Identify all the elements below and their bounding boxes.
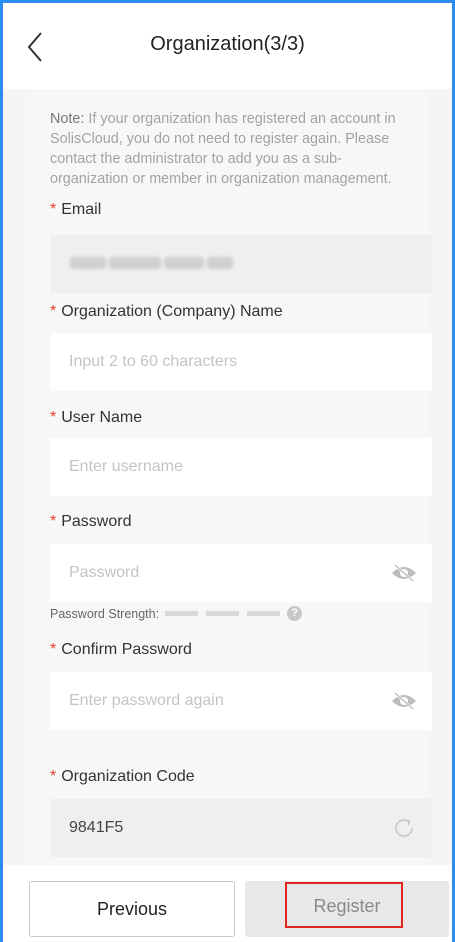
org-name-label-text: Organization (Company) Name xyxy=(61,303,283,320)
email-field xyxy=(50,235,432,293)
org-code-input xyxy=(50,799,432,857)
password-field xyxy=(50,544,432,602)
confirm-password-input[interactable] xyxy=(50,672,432,730)
required-mark: * xyxy=(50,513,57,530)
eye-off-icon xyxy=(392,692,416,710)
registration-form: Note: If your organization has registere… xyxy=(30,89,432,865)
refresh-icon xyxy=(395,819,413,837)
password-strength: Password Strength: ? xyxy=(50,606,303,621)
email-label-text: Email xyxy=(61,201,102,218)
org-name-input[interactable] xyxy=(50,333,432,391)
register-button[interactable]: Register xyxy=(245,881,449,937)
page-title: Organization(3/3) xyxy=(150,33,305,55)
email-label: * Email xyxy=(50,201,101,219)
note-label: Note: xyxy=(50,111,85,127)
strength-bar xyxy=(165,611,199,616)
password-input[interactable] xyxy=(50,544,432,602)
required-mark: * xyxy=(50,641,57,658)
confirm-password-visibility-toggle[interactable] xyxy=(390,691,418,711)
org-name-field xyxy=(50,333,432,391)
previous-button[interactable]: Previous xyxy=(29,881,235,937)
question-icon[interactable]: ? xyxy=(287,606,303,621)
confirm-password-label: * Confirm Password xyxy=(50,641,192,659)
password-label-text: Password xyxy=(61,513,132,530)
org-name-label: * Organization (Company) Name xyxy=(50,303,283,321)
footer-actions: Previous Register xyxy=(3,865,452,942)
eye-off-icon xyxy=(392,564,416,582)
org-code-label: * Organization Code xyxy=(50,768,195,786)
info-note: Note: If your organization has registere… xyxy=(50,109,420,189)
required-mark: * xyxy=(50,303,57,320)
strength-bar xyxy=(247,611,281,616)
strength-bar xyxy=(206,611,240,616)
password-label: * Password xyxy=(50,513,131,531)
header-bar: Organization(3/3) xyxy=(3,3,452,89)
note-text: If your organization has registered an a… xyxy=(50,111,396,187)
user-name-field xyxy=(50,438,432,496)
refresh-code-button[interactable] xyxy=(392,816,416,840)
user-name-label: * User Name xyxy=(50,409,142,427)
email-value-obscured xyxy=(70,257,233,269)
required-mark: * xyxy=(50,409,57,426)
strength-label: Password Strength: xyxy=(50,606,160,621)
confirm-password-label-text: Confirm Password xyxy=(61,641,192,658)
required-mark: * xyxy=(50,768,57,785)
password-visibility-toggle[interactable] xyxy=(390,563,418,583)
user-name-input[interactable] xyxy=(50,438,432,496)
confirm-password-field xyxy=(50,672,432,730)
required-mark: * xyxy=(50,201,57,218)
register-label: Register xyxy=(313,895,381,916)
app-frame: Organization(3/3) Note: If your organiza… xyxy=(0,0,455,942)
org-code-field xyxy=(50,799,432,857)
user-name-label-text: User Name xyxy=(61,409,143,426)
org-code-label-text: Organization Code xyxy=(61,768,195,785)
